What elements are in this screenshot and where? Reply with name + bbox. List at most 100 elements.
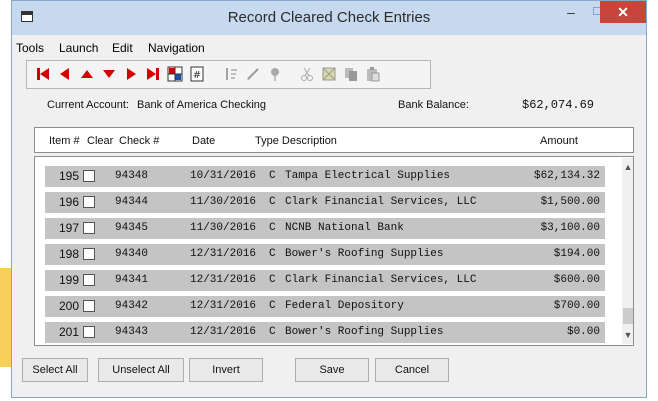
check-number: 94340 <box>115 248 149 260</box>
item-number: 197 <box>59 221 80 235</box>
check-number: 94343 <box>115 326 149 338</box>
clear-checkbox[interactable] <box>83 300 95 312</box>
type: C <box>269 300 276 312</box>
menu-launch[interactable]: Launch <box>59 41 98 55</box>
title-bar: Record Cleared Check Entries – ☐ ✕ <box>12 1 646 35</box>
type: C <box>269 196 276 208</box>
col-check[interactable]: Check # <box>119 135 159 147</box>
toolbar: # <box>26 60 431 89</box>
account-label: Current Account: <box>47 99 129 111</box>
last-record-icon[interactable] <box>145 66 161 82</box>
amount: $3,100.00 <box>540 222 600 234</box>
date: 12/31/2016 <box>190 326 257 338</box>
date: 12/31/2016 <box>190 274 257 286</box>
previous-record-icon[interactable] <box>57 66 73 82</box>
check-number: 94345 <box>115 222 149 234</box>
scroll-up-icon[interactable]: ▲ <box>622 160 633 174</box>
date: 11/30/2016 <box>190 196 257 208</box>
grid-icon[interactable] <box>167 66 183 82</box>
item-number: 200 <box>59 299 80 313</box>
amount: $1,500.00 <box>540 196 600 208</box>
sort-icon[interactable] <box>223 66 239 82</box>
edit-icon[interactable] <box>245 66 261 82</box>
item-number: 198 <box>59 247 80 261</box>
amount: $700.00 <box>553 300 600 312</box>
col-type-description[interactable]: Type Description <box>255 135 337 147</box>
check-number: 94342 <box>115 300 149 312</box>
check-number: 94341 <box>115 274 149 286</box>
description: Bower's Roofing Supplies <box>285 326 444 338</box>
copy-icon[interactable] <box>343 66 359 82</box>
date: 10/31/2016 <box>190 170 257 182</box>
down-icon[interactable] <box>101 66 117 82</box>
col-item[interactable]: Item # <box>49 135 80 147</box>
paste-icon[interactable] <box>365 66 381 82</box>
type: C <box>269 326 276 338</box>
select-icon[interactable] <box>321 66 337 82</box>
up-icon[interactable] <box>79 66 95 82</box>
calculator-icon[interactable]: # <box>189 66 205 82</box>
table-row[interactable]: 200 94342 12/31/2016 C Federal Depositor… <box>45 296 605 317</box>
first-record-icon[interactable] <box>35 66 51 82</box>
type: C <box>269 170 276 182</box>
scroll-thumb[interactable] <box>623 308 633 324</box>
amount: $600.00 <box>553 274 600 286</box>
menu-edit[interactable]: Edit <box>112 41 133 55</box>
description: NCNB National Bank <box>285 222 404 234</box>
table-row[interactable]: 198 94340 12/31/2016 C Bower's Roofing S… <box>45 244 605 265</box>
menu-bar: Tools Launch Edit Navigation <box>12 38 646 56</box>
checks-grid: 195 94348 10/31/2016 C Tampa Electrical … <box>34 156 634 346</box>
cancel-button[interactable]: Cancel <box>375 358 449 382</box>
check-number: 94344 <box>115 196 149 208</box>
col-date[interactable]: Date <box>192 135 215 147</box>
table-row[interactable]: 195 94348 10/31/2016 C Tampa Electrical … <box>45 166 605 187</box>
menu-tools[interactable]: Tools <box>16 41 44 55</box>
item-number: 196 <box>59 195 80 209</box>
description: Clark Financial Services, LLC <box>285 274 477 286</box>
save-button[interactable]: Save <box>295 358 369 382</box>
description: Federal Depository <box>285 300 404 312</box>
amount: $0.00 <box>566 326 600 338</box>
close-button[interactable]: ✕ <box>600 1 646 23</box>
cut-icon[interactable] <box>299 66 315 82</box>
menu-navigation[interactable]: Navigation <box>148 41 205 55</box>
type: C <box>269 222 276 234</box>
clear-checkbox[interactable] <box>83 170 95 182</box>
date: 11/30/2016 <box>190 222 257 234</box>
svg-text:#: # <box>193 70 201 81</box>
clear-checkbox[interactable] <box>83 222 95 234</box>
date: 12/31/2016 <box>190 300 257 312</box>
col-amount[interactable]: Amount <box>540 135 578 147</box>
next-record-icon[interactable] <box>123 66 139 82</box>
pin-icon[interactable] <box>267 66 283 82</box>
amount: $194.00 <box>553 248 600 260</box>
col-clear[interactable]: Clear <box>87 135 113 147</box>
type: C <box>269 248 276 260</box>
column-header: Item # Clear Check # Date Type Descripti… <box>34 127 634 153</box>
clear-checkbox[interactable] <box>83 274 95 286</box>
dialog-window: Record Cleared Check Entries – ☐ ✕ Tools… <box>11 0 647 398</box>
check-number: 94348 <box>115 170 149 182</box>
table-row[interactable]: 201 94343 12/31/2016 C Bower's Roofing S… <box>45 322 605 343</box>
description: Tampa Electrical Supplies <box>285 170 451 182</box>
item-number: 195 <box>59 169 80 183</box>
account-value: Bank of America Checking <box>137 99 267 111</box>
unselect-all-button[interactable]: Unselect All <box>98 358 184 382</box>
select-all-button[interactable]: Select All <box>22 358 88 382</box>
clear-checkbox[interactable] <box>83 326 95 338</box>
invert-button[interactable]: Invert <box>189 358 263 382</box>
table-row[interactable]: 196 94344 11/30/2016 C Clark Financial S… <box>45 192 605 213</box>
table-row[interactable]: 197 94345 11/30/2016 C NCNB National Ban… <box>45 218 605 239</box>
amount: $62,134.32 <box>533 170 600 182</box>
minimize-button[interactable]: – <box>558 1 584 23</box>
clear-checkbox[interactable] <box>83 196 95 208</box>
item-number: 201 <box>59 325 80 339</box>
scroll-down-icon[interactable]: ▼ <box>622 328 633 342</box>
balance-value: $62,074.69 <box>522 98 595 112</box>
clear-checkbox[interactable] <box>83 248 95 260</box>
vertical-scrollbar[interactable]: ▲ ▼ <box>622 158 633 344</box>
table-row[interactable]: 199 94341 12/31/2016 C Clark Financial S… <box>45 270 605 291</box>
description: Clark Financial Services, LLC <box>285 196 477 208</box>
type: C <box>269 274 276 286</box>
description: Bower's Roofing Supplies <box>285 248 444 260</box>
